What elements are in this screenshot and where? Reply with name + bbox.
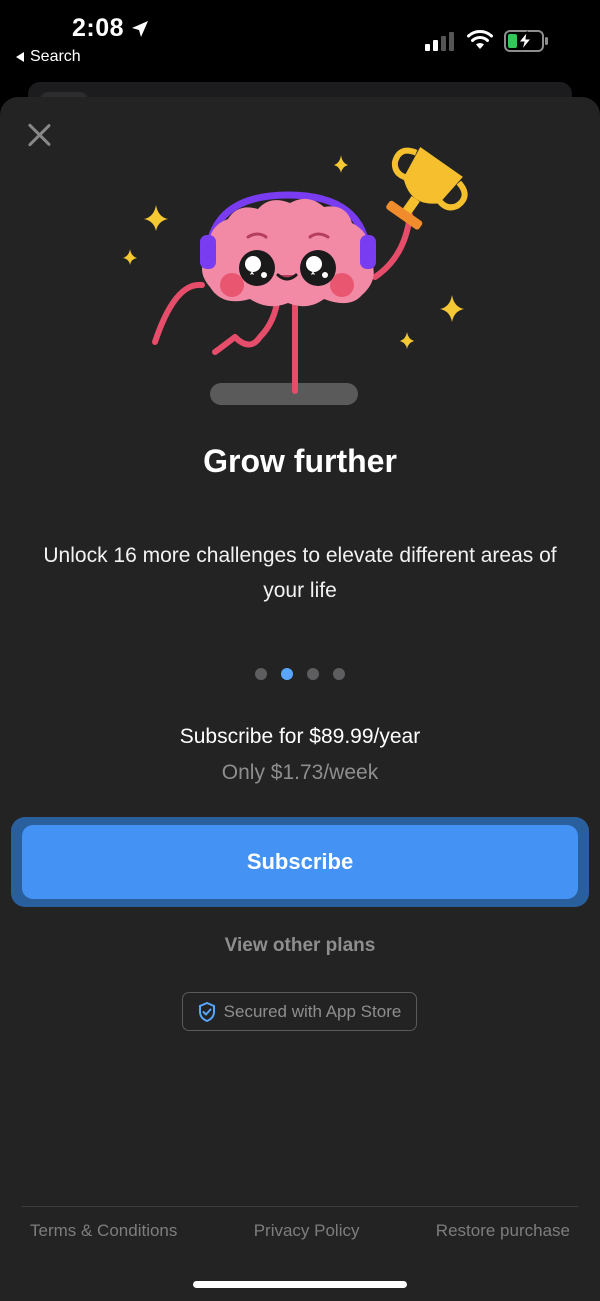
page-dot-3[interactable] (307, 668, 319, 680)
close-icon[interactable] (26, 122, 52, 148)
location-arrow-icon (132, 20, 149, 37)
page-subtitle: Unlock 16 more challenges to elevate dif… (43, 544, 557, 602)
status-time-text: 2:08 (72, 14, 125, 42)
brain-mascot-trophy-illustration (123, 147, 468, 405)
status-time: 2:08 (72, 14, 150, 43)
secured-label: Secured with App Store (223, 1001, 402, 1021)
footer-divider (22, 1206, 578, 1207)
signal-icon (425, 32, 454, 51)
price-line: Subscribe for $89.99/year (179, 725, 421, 748)
battery-charging-icon (504, 30, 548, 52)
secured-badge: Secured with App Store (182, 992, 417, 1031)
view-other-plans-link[interactable]: View other plans (0, 935, 600, 957)
terms-link[interactable]: Terms & Conditions (30, 1221, 177, 1241)
shield-check-icon (198, 1001, 215, 1022)
wifi-icon (467, 30, 493, 49)
home-indicator (193, 1281, 407, 1288)
page-dot-1[interactable] (255, 668, 267, 680)
restore-link[interactable]: Restore purchase (436, 1221, 570, 1241)
back-to-search-link[interactable]: Search (16, 48, 81, 66)
per-week-price: Only $1.73/week (221, 761, 379, 784)
subscribe-button-label: Subscribe (246, 849, 354, 874)
page-indicator (0, 668, 600, 680)
footer-links: Terms & Conditions Privacy Policy Restor… (22, 1221, 578, 1241)
page-dot-4[interactable] (333, 668, 345, 680)
status-bar: 2:08 Search (0, 0, 600, 90)
paywall-sheet: Grow further Unlock 16 more challenges t… (0, 97, 600, 1301)
back-triangle-icon (16, 52, 24, 62)
privacy-link[interactable]: Privacy Policy (254, 1221, 360, 1241)
page-title: Grow further (203, 443, 397, 479)
page-dot-2-active[interactable] (281, 668, 293, 680)
back-label: Search (30, 48, 81, 65)
subscribe-button[interactable]: Subscribe (22, 825, 578, 899)
